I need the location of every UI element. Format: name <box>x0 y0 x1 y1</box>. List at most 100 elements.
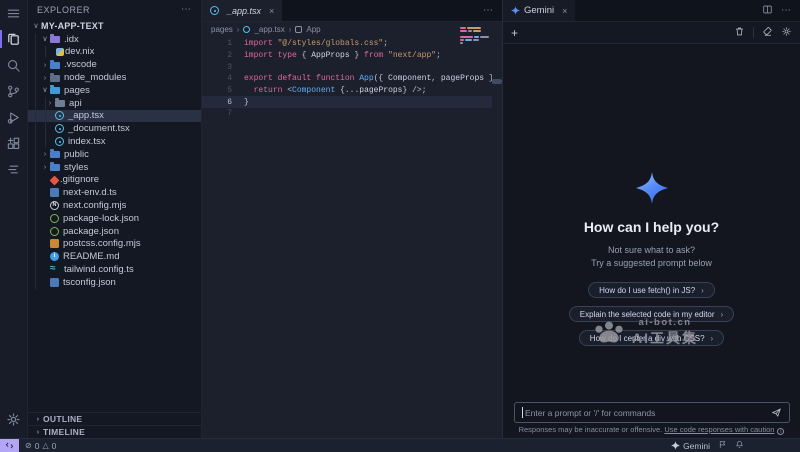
gemini-status-item[interactable]: Gemini <box>671 441 710 451</box>
folder-node-icon <box>50 75 60 82</box>
gemini-subtext-line1: Not sure what to ask? <box>591 244 712 257</box>
activity-settings-button[interactable] <box>0 406 28 432</box>
tree-item-my-app-text[interactable]: ∨MY-APP-TEXT <box>28 20 201 33</box>
minimap[interactable] <box>460 27 492 45</box>
tree-item-node-modules[interactable]: ›node_modules <box>28 71 201 84</box>
tree-item-.vscode[interactable]: ›.vscode <box>28 58 201 71</box>
gemini-subtext: Not sure what to ask? Try a suggested pr… <box>591 244 712 269</box>
problems-status[interactable]: ⊘ 0 △ 0 <box>25 441 56 451</box>
panel-more-actions-icon[interactable]: ⋯ <box>781 5 792 16</box>
code-text: import "@/styles/globals.css"; <box>244 39 388 48</box>
breadcrumb-folder[interactable]: pages <box>211 25 233 34</box>
chevron-right-icon[interactable]: › <box>40 162 50 172</box>
indent-guide <box>35 33 36 289</box>
code-text: return <Component {...pageProps} />; <box>244 86 427 95</box>
idx-tools-icon <box>6 162 21 177</box>
file-tree[interactable]: ∨MY-APP-TEXT∨.idxdev.nix›.vscode›node_mo… <box>28 20 201 412</box>
tree-item-styles[interactable]: ›styles <box>28 161 201 174</box>
chevron-down-icon[interactable]: ∨ <box>31 21 41 31</box>
chevron-right-icon[interactable]: › <box>40 73 50 83</box>
activity-run-debug-button[interactable] <box>0 104 28 130</box>
suggested-prompts: How do I use fetch() in JS?›Explain the … <box>569 282 734 346</box>
activity-search-button[interactable] <box>0 52 28 78</box>
tree-item-dev.nix[interactable]: dev.nix <box>28 46 201 59</box>
tree-item-api[interactable]: ›api <box>28 97 201 110</box>
chevron-right-icon: › <box>237 25 240 34</box>
tree-item--document.tsx[interactable]: _document.tsx <box>28 122 201 135</box>
tree-item-postcss.config.mjs[interactable]: postcss.config.mjs <box>28 238 201 251</box>
close-tab-icon[interactable]: × <box>562 6 567 16</box>
delete-chat-trash-icon[interactable] <box>734 24 745 42</box>
disclaimer-link[interactable]: Use code responses with caution <box>664 425 774 434</box>
chevron-down-icon[interactable]: ∨ <box>40 85 50 95</box>
suggested-prompt-button-1[interactable]: How do I use fetch() in JS?› <box>588 282 715 298</box>
tree-item-package-lock.json[interactable]: package-lock.json <box>28 212 201 225</box>
breadcrumb-symbol[interactable]: App <box>306 25 320 34</box>
send-prompt-icon[interactable] <box>771 407 782 418</box>
suggested-prompt-label: How do I use fetch() in JS? <box>599 286 695 295</box>
tree-item-tsconfig.json[interactable]: tsconfig.json <box>28 276 201 289</box>
tree-item-label: .idx <box>64 34 79 45</box>
folder-public-icon <box>50 151 60 158</box>
line-number: 4 <box>202 74 232 83</box>
line-number: 6 <box>202 98 232 107</box>
suggested-prompt-button-3[interactable]: How do I center a div with CSS?› <box>579 330 724 346</box>
timeline-section-header[interactable]: › TIMELINE <box>28 425 201 438</box>
tree-item-label: postcss.config.mjs <box>63 238 141 249</box>
close-tab-icon[interactable]: × <box>269 6 274 16</box>
settings-gear-icon[interactable] <box>781 24 792 42</box>
breadcrumb[interactable]: pages › _app.tsx › App <box>202 22 502 37</box>
activity-idx-tools-button[interactable] <box>0 156 28 182</box>
file-postcss-icon <box>50 239 59 248</box>
bell-icon[interactable] <box>735 440 744 451</box>
scrollbar-thumb[interactable] <box>492 79 502 84</box>
search-icon <box>6 58 21 73</box>
file-react-icon <box>55 111 64 120</box>
code-line-3: 3 <box>202 61 492 73</box>
new-chat-plus-icon[interactable]: + <box>511 26 518 40</box>
suggested-prompt-label: How do I center a div with CSS? <box>590 334 705 343</box>
tree-item-pages[interactable]: ∨pages <box>28 84 201 97</box>
tree-item-.gitignore[interactable]: .gitignore <box>28 174 201 187</box>
chevron-right-icon[interactable]: › <box>40 60 50 70</box>
tree-item-next-env.d.ts[interactable]: next-env.d.ts <box>28 186 201 199</box>
errors-icon: ⊘ <box>25 441 32 450</box>
chevron-right-icon[interactable]: › <box>40 149 50 159</box>
activity-menu-button[interactable] <box>0 0 28 26</box>
chevron-right-icon[interactable]: › <box>45 98 55 108</box>
tree-item-index.tsx[interactable]: index.tsx <box>28 135 201 148</box>
suggested-prompt-button-2[interactable]: Explain the selected code in my editor› <box>569 306 734 322</box>
breadcrumb-file[interactable]: _app.tsx <box>254 25 284 34</box>
tree-item-.idx[interactable]: ∨ .idx <box>28 33 201 46</box>
activity-extensions-button[interactable] <box>0 130 28 156</box>
activity-source-control-button[interactable] <box>0 78 28 104</box>
split-editor-icon[interactable] <box>762 2 773 20</box>
chevron-down-icon[interactable]: ∨ <box>40 34 50 44</box>
prompt-input[interactable]: Enter a prompt or '/' for commands <box>514 402 790 423</box>
code-editor[interactable]: 1import "@/styles/globals.css";2import t… <box>202 37 492 438</box>
explorer-more-actions-icon[interactable]: ⋯ <box>181 5 192 15</box>
feedback-flag-icon[interactable] <box>718 440 727 451</box>
remote-indicator[interactable] <box>0 439 19 452</box>
remote-icon <box>5 441 14 450</box>
clear-chat-eraser-icon[interactable] <box>762 24 773 42</box>
info-icon[interactable]: i <box>777 428 784 435</box>
editor-more-actions-icon[interactable]: ⋯ <box>483 5 494 16</box>
tree-item--app.tsx[interactable]: _app.tsx <box>28 110 201 123</box>
settings-icon <box>6 412 21 427</box>
tree-item-readme.md[interactable]: README.md <box>28 250 201 263</box>
tree-item-label: next.config.mjs <box>63 200 126 211</box>
tree-item-tailwind.config.ts[interactable]: tailwind.config.ts <box>28 263 201 276</box>
outline-section-header[interactable]: › OUTLINE <box>28 412 201 425</box>
file-git-icon <box>50 176 60 186</box>
tree-item-package.json[interactable]: package.json <box>28 225 201 238</box>
tab-app-tsx[interactable]: _app.tsx × <box>202 0 282 21</box>
chevron-right-icon: › <box>721 310 724 319</box>
tree-item-label: tailwind.config.ts <box>64 264 134 275</box>
tab-gemini[interactable]: Gemini × <box>503 0 575 21</box>
tree-item-next.config.mjs[interactable]: next.config.mjs <box>28 199 201 212</box>
tree-item-public[interactable]: ›public <box>28 148 201 161</box>
gemini-logo-sparkle <box>636 170 668 206</box>
activity-explorer-button[interactable] <box>0 26 28 52</box>
status-bar: ⊘ 0 △ 0 Gemini <box>0 438 800 452</box>
